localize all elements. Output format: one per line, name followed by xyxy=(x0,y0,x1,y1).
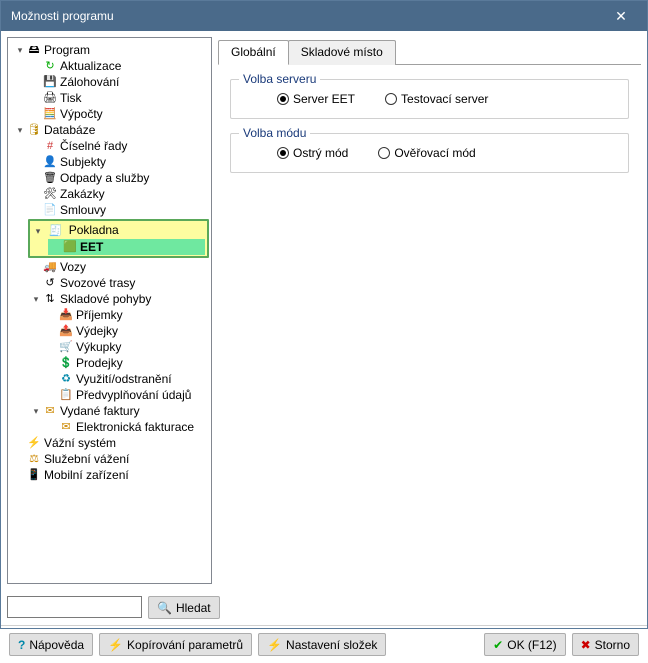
mobile-icon: 📱 xyxy=(26,467,42,483)
close-icon[interactable]: ✕ xyxy=(605,2,637,30)
cancel-button[interactable]: ✖ Storno xyxy=(572,633,639,656)
radio-icon xyxy=(277,147,289,159)
outbox-icon: 📤 xyxy=(58,323,74,339)
tree-item-vyuziti[interactable]: ♻Využití/odstranění xyxy=(44,371,209,387)
group-volba-modu: Volba módu Ostrý mód Ověřovací mód xyxy=(230,133,629,173)
warehouse-icon: ⇅ xyxy=(42,291,58,307)
tools-icon: 🛠 xyxy=(42,186,58,202)
tree-item-tisk[interactable]: 🖨Tisk xyxy=(28,90,209,106)
tree-item-predvyplnovani[interactable]: 📋Předvyplňování údajů xyxy=(44,387,209,403)
tree-item-subjekty[interactable]: 👤Subjekty xyxy=(28,154,209,170)
help-icon: ? xyxy=(18,639,25,651)
person-icon: 👤 xyxy=(42,154,58,170)
radio-ostry-mod[interactable]: Ostrý mód xyxy=(277,146,348,160)
tree-item-vykupky[interactable]: 🛒Výkupky xyxy=(44,339,209,355)
tab-bar: Globální Skladové místo xyxy=(218,39,641,65)
disk-save-icon: 💾 xyxy=(42,74,58,90)
tree-item-sluzebni-vazeni[interactable]: ⚖Služební vážení xyxy=(12,451,209,467)
tree-item-smlouvy[interactable]: 📄Smlouvy xyxy=(28,202,209,218)
radio-icon xyxy=(385,93,397,105)
tree-item-svozove-trasy[interactable]: ↺Svozové trasy xyxy=(28,275,209,291)
tree-item-databaze[interactable]: ▾ 🛢 Databáze xyxy=(12,122,209,138)
group-title: Volba serveru xyxy=(239,72,320,86)
help-button[interactable]: ? Nápověda xyxy=(9,633,93,656)
group-volba-serveru: Volba serveru Server EET Testovací serve… xyxy=(230,79,629,119)
bolt-icon: ⚡ xyxy=(267,639,282,651)
footer-bar: ? Nápověda ⚡ Kopírování parametrů ⚡ Nast… xyxy=(1,625,647,663)
radio-icon xyxy=(378,147,390,159)
cross-icon: ✖ xyxy=(581,639,591,651)
radio-overovaci-mod[interactable]: Ověřovací mód xyxy=(378,146,475,160)
chevron-down-icon[interactable]: ▾ xyxy=(32,225,44,237)
tab-skladove-misto[interactable]: Skladové místo xyxy=(288,40,396,65)
tree-item-el-fakturace[interactable]: ✉Elektronická fakturace xyxy=(44,419,209,435)
radio-icon xyxy=(277,93,289,105)
tree-highlight-pokladna: ▾ 🧾 Pokladna 🟩 EET xyxy=(28,219,209,258)
group-title: Volba módu xyxy=(239,126,310,140)
tree-item-skladove-pohyby[interactable]: ▾ ⇅ Skladové pohyby xyxy=(28,291,209,307)
check-icon: ✔ xyxy=(493,639,503,651)
bolt-icon: ⚡ xyxy=(108,639,123,651)
search-row: 🔍 Hledat xyxy=(1,590,647,625)
tree-item-vypocty[interactable]: 🧮Výpočty xyxy=(28,106,209,122)
scale-icon: ⚖ xyxy=(26,451,42,467)
ok-button[interactable]: ✔ OK (F12) xyxy=(484,633,565,656)
tree-item-zalohovani[interactable]: 💾Zálohování xyxy=(28,74,209,90)
calculator-icon: 🧮 xyxy=(42,106,58,122)
tree-item-prodejky[interactable]: 💲Prodejky xyxy=(44,355,209,371)
tree-item-vozy[interactable]: 🚚Vozy xyxy=(28,259,209,275)
tree-item-mobilni-zarizeni[interactable]: 📱Mobilní zařízení xyxy=(12,467,209,483)
radio-server-eet[interactable]: Server EET xyxy=(277,92,355,106)
tree-item-ciselne-rady[interactable]: #Číselné řady xyxy=(28,138,209,154)
cash-register-icon: 🧾 xyxy=(47,223,63,239)
truck-icon: 🚚 xyxy=(42,259,58,275)
tab-globalni[interactable]: Globální xyxy=(218,40,289,65)
trash-icon: 🗑 xyxy=(42,170,58,186)
tree-item-vazni-system[interactable]: ⚡Vážní systém xyxy=(12,435,209,451)
radio-testovaci-server[interactable]: Testovací server xyxy=(385,92,488,106)
cart-icon: 🛒 xyxy=(58,339,74,355)
document-icon: 📄 xyxy=(42,202,58,218)
database-icon: 🛢 xyxy=(26,122,42,138)
title-bar: Možnosti programu ✕ xyxy=(1,1,647,31)
search-icon: 🔍 xyxy=(157,602,172,614)
chevron-down-icon[interactable]: ▾ xyxy=(30,405,42,417)
printer-icon: 🖨 xyxy=(42,90,58,106)
window-title: Možnosti programu xyxy=(11,9,114,23)
tree-item-vydejky[interactable]: 📤Výdejky xyxy=(44,323,209,339)
recycle-icon: ♻ xyxy=(58,371,74,387)
chevron-down-icon[interactable]: ▾ xyxy=(30,293,42,305)
search-input[interactable] xyxy=(7,596,142,618)
chevron-down-icon[interactable]: ▾ xyxy=(14,124,26,136)
tree-item-eet[interactable]: 🟩 EET xyxy=(48,239,205,255)
disk-icon: 🖴 xyxy=(26,42,42,58)
mail-icon: ✉ xyxy=(58,419,74,435)
bolt-icon: ⚡ xyxy=(26,435,42,451)
invoice-icon: ✉ xyxy=(42,403,58,419)
clipboard-icon: 📋 xyxy=(58,387,74,403)
tree-item-aktualizace[interactable]: ↻Aktualizace xyxy=(28,58,209,74)
search-button[interactable]: 🔍 Hledat xyxy=(148,596,220,619)
chevron-down-icon[interactable]: ▾ xyxy=(14,44,26,56)
eet-icon: 🟩 xyxy=(62,239,78,255)
tree-item-pokladna[interactable]: ▾ 🧾 Pokladna xyxy=(32,222,205,239)
tree-item-program[interactable]: ▾ 🖴 Program xyxy=(12,42,209,58)
tree-item-vydane-faktury[interactable]: ▾ ✉ Vydané faktury xyxy=(28,403,209,419)
tree-item-prijemky[interactable]: 📥Příjemky xyxy=(44,307,209,323)
sale-icon: 💲 xyxy=(58,355,74,371)
settings-panel: Globální Skladové místo Volba serveru Se… xyxy=(218,37,641,584)
numbers-icon: # xyxy=(42,138,58,154)
tree-item-odpady-sluzby[interactable]: 🗑Odpady a služby xyxy=(28,170,209,186)
refresh-icon: ↻ xyxy=(42,58,58,74)
inbox-icon: 📥 xyxy=(58,307,74,323)
copy-params-button[interactable]: ⚡ Kopírování parametrů xyxy=(99,633,252,656)
tree-item-zakazky[interactable]: 🛠Zakázky xyxy=(28,186,209,202)
route-icon: ↺ xyxy=(42,275,58,291)
folder-settings-button[interactable]: ⚡ Nastavení složek xyxy=(258,633,386,656)
tree-panel: ▾ 🖴 Program ↻Aktualizace 💾Zálohování 🖨Ti… xyxy=(7,37,212,584)
